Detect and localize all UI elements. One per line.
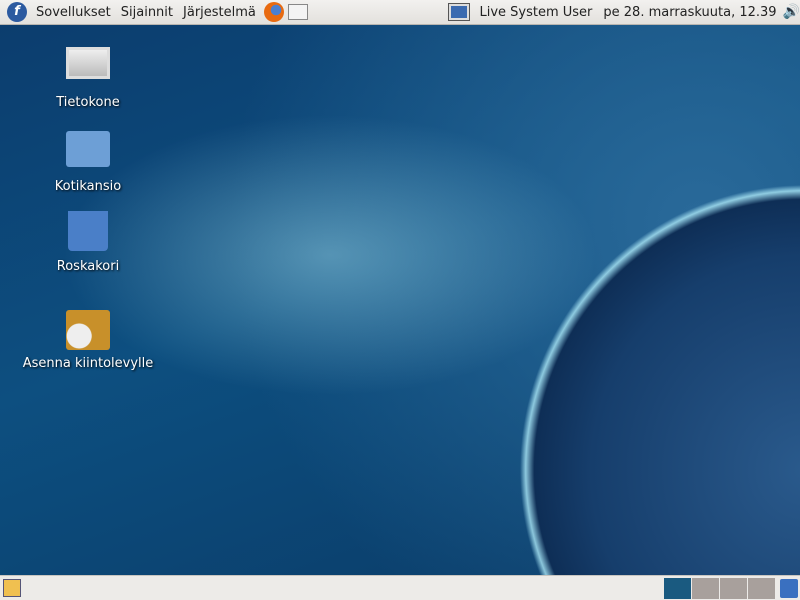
workspace-3[interactable]	[720, 577, 747, 599]
desktop-icon-computer[interactable]: Tietokone	[13, 47, 163, 110]
desktop-icon-home[interactable]: Kotikansio	[13, 131, 163, 194]
workspace-2[interactable]	[692, 577, 719, 599]
volume-icon[interactable]: 🔊	[783, 4, 800, 20]
menu-places[interactable]: Sijainnit	[116, 5, 178, 20]
firefox-icon[interactable]	[263, 2, 284, 22]
workspace-4[interactable]	[748, 577, 775, 599]
menu-system[interactable]: Järjestelmä	[178, 5, 261, 20]
bottom-panel	[0, 575, 800, 600]
mail-icon[interactable]	[287, 4, 308, 20]
install-package-icon	[66, 310, 110, 350]
menu-applications[interactable]: Sovellukset	[31, 5, 116, 20]
fedora-logo-icon[interactable]: f	[7, 2, 27, 22]
trash-applet-icon[interactable]	[780, 578, 798, 598]
computer-icon	[66, 47, 110, 79]
user-switcher[interactable]: Live System User	[479, 5, 592, 20]
clock[interactable]: pe 28. marraskuuta, 12.39	[603, 5, 776, 20]
show-desktop-icon[interactable]	[3, 579, 21, 597]
desktop-icon-install[interactable]: Asenna kiintolevylle	[13, 310, 163, 371]
network-icon[interactable]	[448, 3, 471, 21]
workspace-switcher[interactable]	[664, 577, 776, 599]
top-panel: f Sovellukset Sijainnit Järjestelmä Live…	[0, 0, 800, 25]
desktop-icon-trash[interactable]: Roskakori	[13, 211, 163, 274]
trash-icon	[68, 211, 108, 251]
workspace-1[interactable]	[664, 577, 691, 599]
desktop: Tietokone Kotikansio Roskakori Asenna ki…	[0, 25, 800, 575]
home-folder-icon	[66, 131, 110, 167]
